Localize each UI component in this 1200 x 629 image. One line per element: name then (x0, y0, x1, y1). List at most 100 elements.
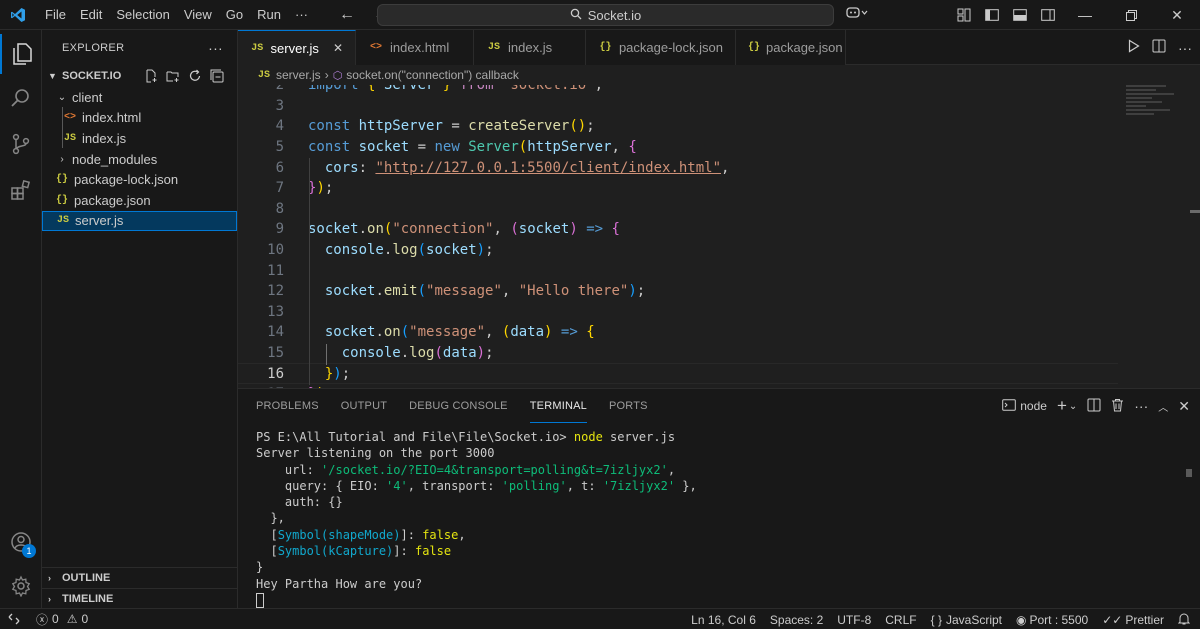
tree-item[interactable]: JS server.js (42, 210, 237, 232)
active-indent-guide (326, 344, 327, 365)
minimize-button[interactable]: — (1062, 0, 1108, 30)
menu-item[interactable]: File (38, 0, 73, 30)
minimap[interactable] (1126, 85, 1188, 125)
restore-button[interactable] (1108, 0, 1154, 30)
outline-section[interactable]: › OUTLINE (42, 567, 238, 587)
line-number: 4 (275, 118, 284, 135)
refresh-icon[interactable] (187, 68, 203, 84)
code-token: { (611, 221, 620, 238)
new-file-icon[interactable] (143, 68, 159, 84)
extensions-icon[interactable] (0, 170, 42, 210)
menu-item[interactable]: View (177, 0, 219, 30)
notifications-bell-icon[interactable] (1177, 612, 1191, 628)
line-number: 9 (275, 221, 284, 238)
split-terminal-icon[interactable] (1087, 398, 1101, 415)
code-token: ) (569, 221, 578, 238)
editor-tab[interactable]: {} package-lock.json (586, 30, 736, 65)
search-icon[interactable] (0, 78, 42, 118)
menu-item[interactable]: Selection (109, 0, 176, 30)
close-panel-icon[interactable]: ✕ (1178, 398, 1190, 415)
code-token: from (459, 85, 494, 94)
breadcrumb-file[interactable]: server.js (276, 68, 321, 82)
new-folder-icon[interactable] (165, 68, 181, 84)
cursor-position[interactable]: Ln 16, Col 6 (691, 613, 756, 627)
collapse-all-icon[interactable] (209, 68, 225, 84)
problems-indicator[interactable]: ⓧ 0 ⚠ 0 (36, 611, 88, 628)
editor-tab[interactable]: JS server.js ✕ (238, 30, 356, 65)
editor-scrollbar[interactable] (1190, 210, 1200, 213)
customize-layout-icon[interactable] (950, 0, 978, 30)
menu-item[interactable]: Edit (73, 0, 109, 30)
source-control-icon[interactable] (0, 124, 42, 164)
menu-item[interactable]: ··· (288, 0, 315, 30)
tree-item[interactable]: ⌄ client (42, 87, 237, 108)
editor-tab[interactable]: {} package.json (736, 30, 846, 65)
panel-tab[interactable]: OUTPUT (341, 389, 387, 423)
kill-terminal-icon[interactable] (1111, 398, 1124, 415)
terminal-shell-label[interactable]: node (1020, 399, 1047, 413)
code-line: 13 (238, 302, 1118, 323)
new-terminal-icon[interactable]: + (1057, 396, 1067, 416)
toggle-primary-sidebar-icon[interactable] (978, 0, 1006, 30)
chevron-down-icon[interactable]: ⌄ (1069, 401, 1077, 412)
run-icon[interactable] (1128, 39, 1140, 56)
more-actions-icon[interactable]: ··· (1178, 40, 1192, 56)
panel-tab[interactable]: TERMINAL (529, 389, 587, 423)
terminal-text: 'polling' (501, 478, 567, 493)
explorer-actions (143, 68, 237, 84)
language-mode[interactable]: { } JavaScript (931, 613, 1002, 627)
code-editor[interactable]: 2 import { Server } from "socket.io"; 3 4 co… (238, 85, 1200, 388)
menu-item[interactable]: Go (219, 0, 250, 30)
panel-tab[interactable]: PORTS (609, 389, 648, 423)
code-token: = (442, 118, 469, 135)
close-tab-icon[interactable]: ✕ (333, 41, 343, 55)
more-actions-icon[interactable]: ··· (208, 40, 223, 56)
tree-item[interactable]: <> index.html (42, 108, 237, 129)
menu-item[interactable]: Run (250, 0, 288, 30)
line-endings[interactable]: CRLF (885, 613, 916, 627)
tab-label: server.js (270, 40, 319, 56)
code-token: => (560, 324, 578, 341)
live-server-port[interactable]: ◉ Port : 5500 (1016, 613, 1088, 627)
code-token: { (586, 324, 595, 341)
editor-tab[interactable]: <> index.html (356, 30, 474, 65)
tree-item[interactable]: › node_modules (42, 149, 237, 170)
timeline-section[interactable]: › TIMELINE (42, 588, 238, 608)
editor-tab[interactable]: JS index.js (474, 30, 586, 65)
code-token: "message" (426, 283, 502, 300)
terminal-output[interactable]: PS E:\All Tutorial and File\File\Socket.… (256, 429, 697, 608)
panel-tab[interactable]: PROBLEMS (256, 389, 319, 423)
encoding[interactable]: UTF-8 (837, 613, 871, 627)
indentation[interactable]: Spaces: 2 (770, 613, 823, 627)
code-token: ( (510, 221, 519, 238)
more-actions-icon[interactable]: ··· (1134, 398, 1148, 414)
breadcrumb-symbol[interactable]: socket.on("connection") callback (346, 68, 519, 82)
tree-item[interactable]: {} package.json (42, 190, 237, 211)
close-window-button[interactable]: ✕ (1154, 0, 1200, 30)
prettier-status[interactable]: ✓✓ Prettier (1102, 613, 1164, 627)
panel-tab[interactable]: DEBUG CONSOLE (409, 389, 508, 423)
maximize-panel-icon[interactable]: ︿ (1158, 399, 1168, 414)
explorer-icon[interactable] (0, 34, 42, 74)
back-arrow-icon[interactable]: ← (339, 6, 355, 24)
terminal-text: PS E:\All Tutorial and File\File\Socket.… (256, 430, 574, 444)
manage-gear-icon[interactable] (0, 566, 42, 606)
code-token: ; (586, 118, 595, 135)
code-token: . (358, 221, 368, 238)
tree-item[interactable]: {} package-lock.json (42, 169, 237, 190)
remote-indicator-icon[interactable] (0, 609, 28, 629)
accounts-icon[interactable]: 1 (0, 522, 42, 562)
copilot-icon[interactable] (846, 6, 868, 23)
toggle-secondary-sidebar-icon[interactable] (1034, 0, 1062, 30)
terminal-shell-icon[interactable] (1002, 398, 1017, 414)
vscode-logo-icon (4, 0, 32, 30)
code-token: const (308, 118, 351, 135)
command-center-search[interactable]: Socket.io (377, 4, 834, 26)
split-editor-icon[interactable] (1152, 39, 1166, 56)
tree-item[interactable]: JS index.js (42, 128, 237, 149)
toggle-panel-icon[interactable] (1006, 0, 1034, 30)
workspace-folder[interactable]: ▼ SOCKET.IO (42, 65, 237, 87)
terminal-scrollbar[interactable] (1186, 469, 1192, 477)
